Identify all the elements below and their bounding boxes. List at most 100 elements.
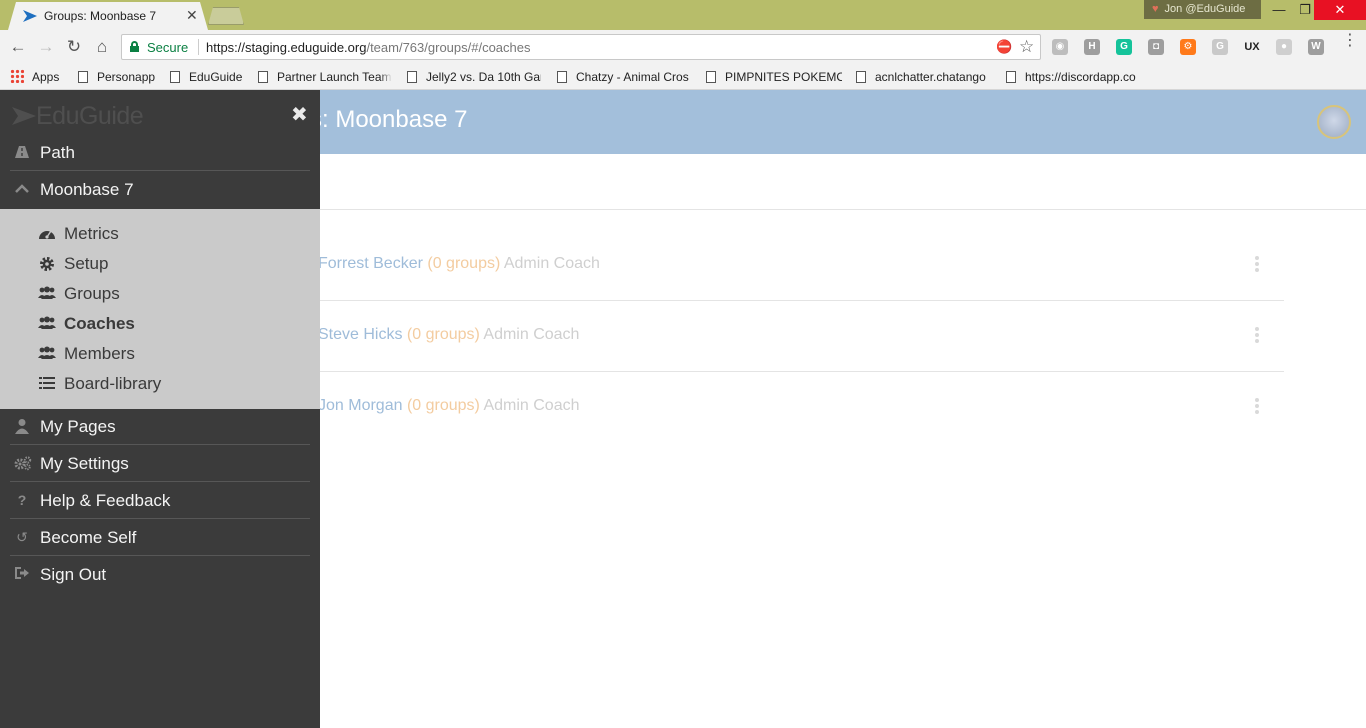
coach-role: Admin Coach	[483, 397, 580, 414]
chrome-menu-icon[interactable]: ⋮	[1342, 33, 1358, 49]
sidebar-item-my-pages[interactable]: My Pages	[10, 408, 310, 445]
tab-close-icon[interactable]: ✕	[186, 7, 198, 24]
users-icon	[38, 316, 56, 332]
url-path: /team/763/groups/#/coaches	[366, 40, 531, 55]
browser-tab-active[interactable]: Groups: Moonbase 7 ✕	[8, 2, 208, 30]
users-icon	[38, 346, 56, 362]
sidebar-item-label: Help & Feedback	[40, 491, 171, 510]
coach-entry: Steve Hicks (0 groups) Admin Coach	[318, 326, 579, 344]
apps-grid-icon	[10, 69, 24, 83]
row-menu-kebab-icon[interactable]	[1253, 256, 1261, 274]
address-divider	[198, 39, 199, 55]
sidebar-item-label: My Pages	[40, 417, 116, 436]
sidebar-menu: EduGuide ✖ Path Moonbase 7 Metrics Setup	[0, 90, 320, 728]
row-menu-kebab-icon[interactable]	[1253, 398, 1261, 416]
url-host: https://staging.eduguide.org	[206, 40, 367, 55]
bookmark-label: Apps	[32, 70, 60, 84]
sidebar-item-label: Path	[40, 143, 75, 162]
sidebar-item-become-self[interactable]: ↺ Become Self	[10, 519, 310, 556]
bookmark-item[interactable]: acnlchatter.chatango	[856, 68, 992, 86]
gears-icon	[14, 455, 32, 471]
sidebar-item-moonbase-7[interactable]: Moonbase 7	[10, 171, 310, 208]
bookmark-star-icon[interactable]: ☆	[1019, 37, 1034, 57]
bookmark-label: acnlchatter.chatango	[875, 70, 986, 84]
new-tab-button[interactable]	[208, 7, 244, 25]
users-icon	[38, 286, 56, 302]
undo-icon: ↺	[16, 529, 28, 545]
sidebar-item-label: Sign Out	[40, 565, 107, 584]
ux-icon[interactable]: UX	[1244, 39, 1260, 55]
submenu-item-label: Setup	[64, 254, 109, 273]
profile-icon: ♥	[1152, 3, 1159, 15]
sidebar-item-path[interactable]: Path	[10, 134, 310, 171]
page-title-text: s: Moonbase 7	[310, 106, 468, 133]
bookmark-item[interactable]: Partner Launch Team	[258, 68, 392, 86]
sign-out-icon	[14, 566, 30, 582]
page-icon	[170, 71, 180, 83]
home-icon[interactable]: ⌂	[92, 37, 112, 57]
bookmark-label: https://discordapp.co	[1025, 70, 1136, 84]
secure-label: Secure	[147, 40, 189, 55]
sidebar-item-sign-out[interactable]: Sign Out	[10, 556, 310, 593]
g-icon[interactable]: G	[1212, 39, 1228, 55]
list-icon	[38, 376, 56, 392]
tab-title: Groups: Moonbase 7	[44, 9, 157, 23]
w-icon[interactable]: W	[1308, 39, 1324, 55]
coach-name[interactable]: Jon Morgan	[318, 397, 403, 414]
chevron-up-icon	[14, 181, 30, 197]
bookmark-item[interactable]: EduGuide	[170, 68, 242, 86]
profile-name: Jon @EduGuide	[1164, 3, 1246, 15]
submenu-item-label: Board-library	[64, 374, 162, 393]
browser-titlebar: Groups: Moonbase 7 ✕ ♥ Jon @EduGuide — ❐ …	[0, 0, 1366, 30]
reload-icon[interactable]: ↻	[64, 37, 84, 57]
page-icon	[856, 71, 866, 83]
url-text[interactable]: https://staging.eduguide.org/team/763/gr…	[206, 40, 531, 55]
eduguide-favicon-icon	[23, 10, 37, 22]
coach-name[interactable]: Forrest Becker	[318, 255, 423, 272]
bookmark-item[interactable]: Chatzy - Animal Cros	[557, 68, 690, 86]
window-close-button[interactable]: ✕	[1314, 0, 1366, 20]
forward-arrow-icon[interactable]: →	[36, 37, 56, 57]
bookmark-item[interactable]: PIMPNITES POKEMO	[706, 68, 842, 86]
row-menu-kebab-icon[interactable]	[1253, 327, 1261, 345]
h-icon[interactable]: H	[1084, 39, 1100, 55]
page-icon	[258, 71, 268, 83]
coach-entry: Forrest Becker (0 groups) Admin Coach	[318, 255, 600, 273]
coach-name[interactable]: Steve Hicks	[318, 326, 402, 343]
sidebar-item-my-settings[interactable]: My Settings	[10, 445, 310, 482]
sidebar-close-icon[interactable]: ✖	[291, 102, 308, 127]
bookmark-label: Personapp	[97, 70, 156, 84]
sidebar-item-help-feedback[interactable]: ? Help & Feedback	[10, 482, 310, 519]
user-icon	[14, 418, 30, 434]
coach-group-count: (0 groups)	[427, 255, 501, 272]
bookmark-apps[interactable]: Apps	[10, 68, 59, 86]
bookmark-item[interactable]: Personapp	[78, 68, 155, 86]
browser-toolbar: ← → ↻ ⌂ Secure https://staging.eduguide.…	[0, 30, 1366, 64]
bookmark-item[interactable]: Jelly2 vs. Da 10th Gar	[407, 68, 541, 86]
profile-button[interactable]: ♥ Jon @EduGuide	[1144, 0, 1261, 19]
blocked-content-icon[interactable]: ⛔	[996, 39, 1012, 55]
bookmark-label: EduGuide	[189, 70, 243, 84]
bookmark-label: PIMPNITES POKEMO	[725, 70, 842, 84]
coach-role: Admin Coach	[483, 326, 580, 343]
page-icon	[706, 71, 716, 83]
page-icon	[557, 71, 567, 83]
bookmarks-bar: Apps Personapp EduGuide Partner Launch T…	[0, 64, 1366, 90]
user-avatar[interactable]	[1317, 105, 1351, 139]
grammarly-icon[interactable]: G	[1116, 39, 1132, 55]
sidebar-item-label: My Settings	[40, 454, 129, 473]
hubspot-icon[interactable]: ⚙	[1180, 39, 1196, 55]
web-icon[interactable]: ◉	[1052, 39, 1068, 55]
disc-icon[interactable]: ●	[1276, 39, 1292, 55]
coach-group-count: (0 groups)	[406, 326, 480, 343]
submenu-item-label: Groups	[64, 284, 120, 303]
submenu-item-label: Metrics	[64, 224, 119, 243]
page-icon	[78, 71, 88, 83]
sidebar-item-label: Moonbase 7	[40, 180, 134, 199]
page-icon	[1006, 71, 1016, 83]
back-arrow-icon[interactable]: ←	[8, 37, 28, 57]
address-bar[interactable]: Secure https://staging.eduguide.org/team…	[121, 34, 1041, 60]
bookmark-label: Jelly2 vs. Da 10th Gar	[426, 70, 541, 84]
bookmark-item[interactable]: https://discordapp.co	[1006, 68, 1142, 86]
camera-icon[interactable]: ◘	[1148, 39, 1164, 55]
